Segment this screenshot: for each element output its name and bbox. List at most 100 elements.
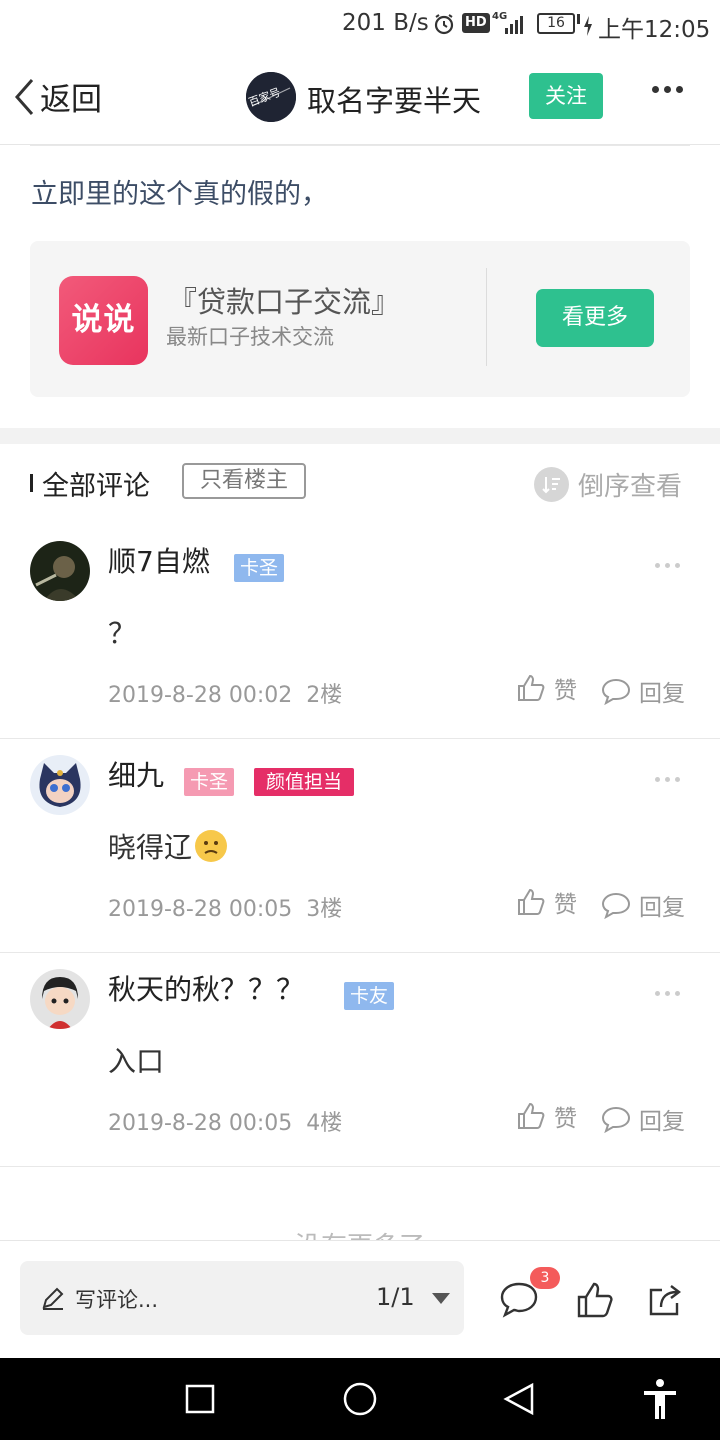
- author-avatar[interactable]: 百家号: [246, 72, 296, 122]
- divider: [486, 268, 487, 366]
- post-text: 立即里的这个真的假的，: [31, 179, 328, 210]
- accessibility-icon[interactable]: [641, 1378, 679, 1420]
- dot-icon: [652, 86, 659, 93]
- comment-body: 晓得辽: [108, 826, 228, 866]
- follow-button[interactable]: 关注: [529, 73, 603, 119]
- user-badge: 卡圣: [234, 554, 285, 582]
- pencil-icon: [42, 1287, 64, 1310]
- comment-text: 晓得辽: [108, 831, 193, 864]
- dot-icon: [655, 777, 660, 782]
- user-badge: 卡圣: [184, 768, 235, 796]
- user-badge: 卡友: [344, 982, 395, 1010]
- comment-meta: 2019-8-28 00:02 2楼: [108, 677, 342, 709]
- reverse-label: 倒序查看: [578, 472, 683, 502]
- recents-icon[interactable]: [185, 1384, 215, 1414]
- speech-bubble-icon: [601, 1106, 631, 1133]
- comment-author[interactable]: 秋天的秋？？？: [108, 968, 304, 1008]
- comments-header: 全部评论 只看楼主 倒序查看: [0, 444, 720, 524]
- see-more-button[interactable]: 看更多: [536, 289, 654, 347]
- dot-icon: [676, 86, 683, 93]
- like-label: 赞: [554, 1106, 577, 1132]
- comment-time: 2019-8-28 00:05: [108, 1111, 293, 1136]
- clock: 上午12:05: [598, 17, 711, 43]
- group-card[interactable]: 说说 『贷款口子交流』 最新口子技术交流 看更多: [30, 241, 690, 397]
- comment-more-button[interactable]: [655, 563, 680, 568]
- section-marker: [30, 474, 33, 492]
- comment-author[interactable]: 细九: [108, 754, 164, 794]
- comment-text: ？: [108, 617, 137, 650]
- back-label: 返回: [40, 82, 102, 118]
- chevron-down-icon[interactable]: [432, 1293, 450, 1304]
- group-title: 『贷款口子交流』: [168, 285, 401, 319]
- nav-header: 返回 百家号 取名字要半天 关注: [0, 50, 720, 145]
- divider: [30, 145, 690, 146]
- emoji-icon: [195, 830, 228, 862]
- reverse-order-button[interactable]: 倒序查看: [534, 466, 682, 503]
- share-icon[interactable]: [647, 1281, 685, 1319]
- comment-count-badge: 3: [530, 1267, 560, 1289]
- comment-floor: 3楼: [306, 897, 343, 922]
- page-indicator[interactable]: 1/1: [376, 1283, 415, 1311]
- reply-button[interactable]: 回复: [601, 1102, 685, 1136]
- dot-icon: [665, 563, 670, 568]
- avatar[interactable]: [30, 969, 90, 1029]
- back-nav-icon[interactable]: [502, 1382, 536, 1416]
- dot-icon: [665, 991, 670, 996]
- comment-meta: 2019-8-28 00:05 4楼: [108, 1105, 342, 1137]
- comment-placeholder: 写评论...: [75, 1288, 159, 1312]
- comment-more-button[interactable]: [655, 991, 680, 996]
- comment-meta: 2019-8-28 00:05 3楼: [108, 891, 342, 923]
- group-subtitle: 最新口子技术交流: [166, 325, 334, 349]
- like-button[interactable]: 赞: [516, 1099, 577, 1133]
- comment-text: 入口: [108, 1045, 165, 1078]
- comment-icon[interactable]: [499, 1281, 539, 1319]
- back-button[interactable]: 返回: [12, 74, 102, 119]
- reply-label: 回复: [639, 895, 685, 921]
- app-screen: 201 B/s HD 4G 16 上午12:05 返回 百家号 取名字要半天 关…: [0, 0, 720, 1440]
- status-bar: 201 B/s HD 4G 16 上午12:05: [0, 0, 720, 50]
- thumbs-up-icon[interactable]: [576, 1281, 614, 1319]
- only-op-toggle[interactable]: 只看楼主: [182, 463, 306, 499]
- signal-icon: [505, 16, 523, 34]
- comment-more-button[interactable]: [655, 777, 680, 782]
- speech-bubble-icon: [601, 678, 631, 705]
- reply-label: 回复: [639, 681, 685, 707]
- hd-icon: HD: [462, 13, 490, 33]
- reply-button[interactable]: 回复: [601, 674, 685, 708]
- comment-floor: 2楼: [306, 683, 343, 708]
- charging-icon: [584, 16, 592, 36]
- group-logo: 说说: [59, 276, 148, 365]
- comment-item: 秋天的秋？？？ 卡友 入口 2019-8-28 00:05 4楼 赞 回复: [0, 953, 720, 1167]
- dot-icon: [675, 563, 680, 568]
- comment-item: 细九 卡圣 颜值担当 晓得辽 2019-8-28 00:05 3楼 赞 回复: [0, 739, 720, 953]
- dot-icon: [655, 563, 660, 568]
- comment-input[interactable]: 写评论... 1/1: [20, 1261, 464, 1335]
- like-button[interactable]: 赞: [516, 885, 577, 919]
- like-label: 赞: [554, 892, 577, 918]
- comment-item: 顺7自燃 卡圣 ？ 2019-8-28 00:02 2楼 赞 回复: [0, 525, 720, 739]
- reply-label: 回复: [639, 1109, 685, 1135]
- comments-title: 全部评论: [42, 471, 150, 502]
- avatar[interactable]: [30, 755, 90, 815]
- more-menu-button[interactable]: [652, 86, 683, 93]
- thumbs-up-icon: [518, 1102, 545, 1129]
- page-title: 取名字要半天: [307, 84, 482, 118]
- home-icon[interactable]: [342, 1381, 378, 1417]
- battery-tip: [577, 14, 580, 24]
- thumbs-up-icon: [518, 888, 545, 915]
- comment-author[interactable]: 顺7自燃: [108, 540, 210, 580]
- thumbs-up-icon: [518, 674, 545, 701]
- dot-icon: [675, 777, 680, 782]
- reply-button[interactable]: 回复: [601, 888, 685, 922]
- dot-icon: [675, 991, 680, 996]
- dot-icon: [655, 991, 660, 996]
- battery-icon: 16: [537, 13, 575, 34]
- comment-body: ？: [108, 612, 136, 652]
- network-speed: 201 B/s: [342, 10, 429, 36]
- avatar[interactable]: [30, 541, 90, 601]
- dot-icon: [665, 777, 670, 782]
- comment-time: 2019-8-28 00:05: [108, 897, 293, 922]
- alarm-icon: [434, 14, 454, 35]
- speech-bubble-icon: [601, 892, 631, 919]
- like-button[interactable]: 赞: [516, 671, 577, 705]
